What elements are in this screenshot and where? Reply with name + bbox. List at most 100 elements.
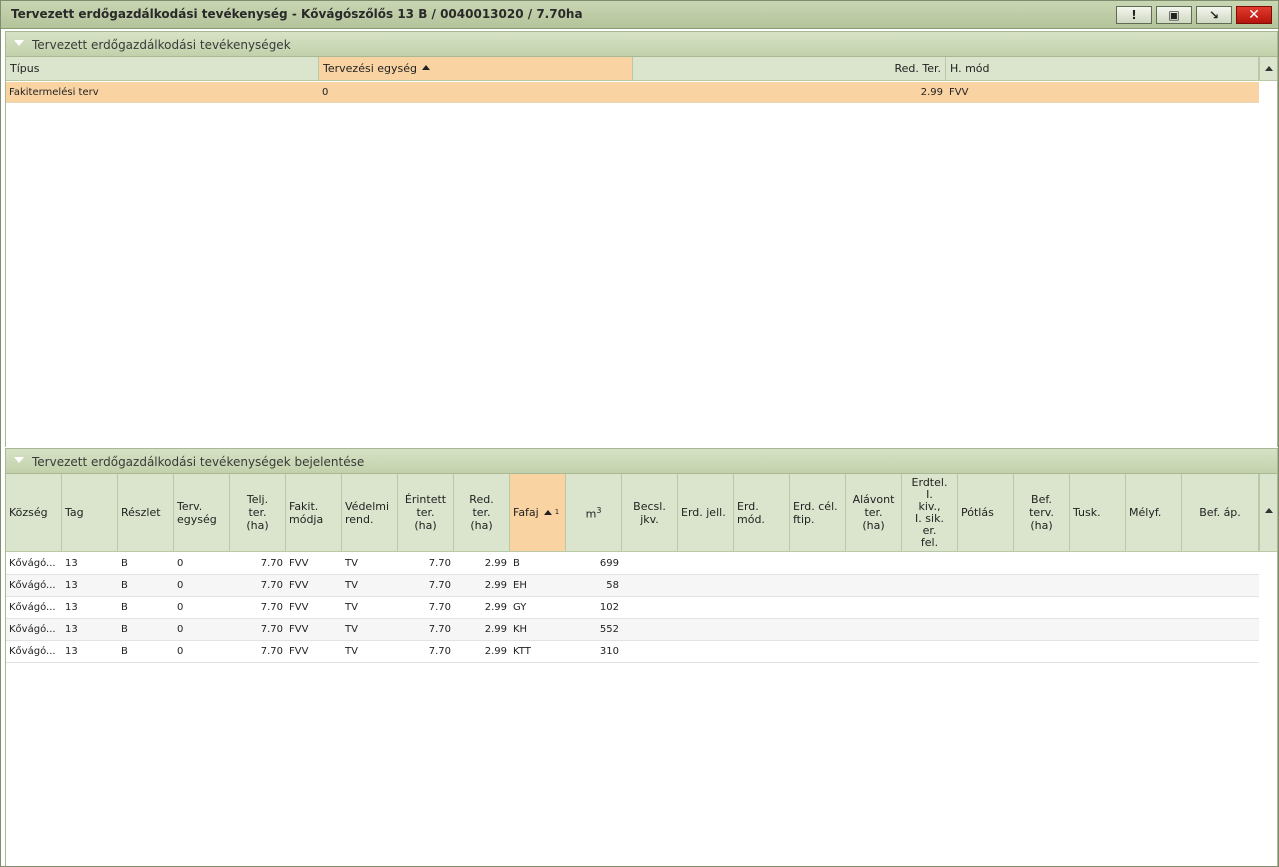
collapse-triangle-icon[interactable] [14,40,24,46]
col-header-erdtel-label: Erdtel. I. kiv., I. sik. er. fel. [911,475,948,549]
col-header-red-ter[interactable]: Red. Ter. [633,57,946,81]
bottom-grid: Község Tag Részlet Terv. egység Telj. ter.… [5,474,1278,866]
col-header-erd-cel-ftip[interactable]: Erd. cél. ftip. [790,474,846,552]
col-header-bef-terv[interactable]: Bef. terv. (ha) [1014,474,1070,552]
top-grid: Típus Tervezési egység Red. Ter. H. mód … [5,57,1278,447]
scroll-up-button[interactable] [1259,57,1277,81]
cell-fakit-modja: FVV [289,558,309,569]
col-header-erd-jell-label: Erd. jell. [681,506,726,519]
col-header-vedelmi-rend[interactable]: Védelmi rend. [342,474,398,552]
cell-terv-egyseg: 0 [177,646,184,657]
col-header-terv-egyseg[interactable]: Terv. egység [174,474,230,552]
col-header-melyf[interactable]: Mélyf. [1126,474,1182,552]
cell-red-ter: 2.99 [920,87,943,98]
app-window: Tervezett erdőgazdálkodási tevékenység -… [0,0,1279,867]
col-header-fakit-modja[interactable]: Fakit. módja [286,474,342,552]
col-header-erdtel[interactable]: Erdtel. I. kiv., I. sik. er. fel. [902,474,958,552]
col-header-red-ter[interactable]: Red. ter. (ha) [454,474,510,552]
col-header-vedelmi-rend-label: Védelmi rend. [345,499,390,526]
cell-fakit-modja: FVV [289,580,309,591]
collapse-triangle-icon[interactable] [14,457,24,463]
col-header-tervezesi-egyseg[interactable]: Tervezési egység [319,57,633,81]
col-header-alavont-ter-label: Alávont ter. (ha) [852,493,895,532]
cell-fakit-modja: FVV [289,602,309,613]
arrow-up-icon [1265,66,1273,71]
top-section-title: Tervezett erdőgazdálkodási tevékenységek [32,38,291,52]
cell-terv-egyseg: 0 [177,602,184,613]
cell-vedelmi-rend: TV [345,580,358,591]
cell-telj-ter: 7.70 [260,602,283,613]
col-header-bef-ap[interactable]: Bef. áp. [1182,474,1259,552]
close-button[interactable]: ✕ [1236,6,1272,24]
col-header-red-ter-label: Red. Ter. [894,62,941,75]
cell-vedelmi-rend: TV [345,558,358,569]
col-header-reszlet[interactable]: Részlet [118,474,174,552]
sort-order-index: 1 [554,508,560,516]
cell-terv-egyseg: 0 [177,624,184,635]
cell-vedelmi-rend: TV [345,602,358,613]
cell-m3: 58 [606,580,619,591]
cell-kozseg: Kővágó... [9,624,56,635]
bottom-section-header[interactable]: Tervezett erdőgazdálkodási tevékenységek… [5,448,1278,474]
cell-h-mod: FVV [949,87,969,98]
cell-reszlet: B [121,624,128,635]
cell-red-ter: 2.99 [484,580,507,591]
col-header-potlas-label: Pótlás [961,506,994,519]
table-row[interactable]: Kővágó... 13 B 0 7.70 FVV TV 7.70 2.99 K… [6,641,1259,663]
cell-red-ter: 2.99 [484,646,507,657]
col-header-terv-egyseg-label: Terv. egység [177,499,217,526]
cell-telj-ter: 7.70 [260,580,283,591]
col-header-telj-ter[interactable]: Telj. ter. (ha) [230,474,286,552]
cell-tag: 13 [65,602,78,613]
table-row[interactable]: Fakitermelési terv 0 2.99 FVV [6,82,1259,103]
cell-reszlet: B [121,558,128,569]
col-header-potlas[interactable]: Pótlás [958,474,1014,552]
cell-reszlet: B [121,646,128,657]
col-header-telj-ter-label: Telj. ter. (ha) [246,493,269,532]
col-header-bef-ap-label: Bef. áp. [1199,506,1241,519]
table-row[interactable]: Kővágó... 13 B 0 7.70 FVV TV 7.70 2.99 K… [6,619,1259,641]
col-header-tusk[interactable]: Tusk. [1070,474,1126,552]
col-header-fafaj[interactable]: Fafaj 1 [510,474,566,552]
info-button[interactable]: ! [1116,6,1152,24]
cell-red-ter: 2.99 [484,624,507,635]
col-header-m3-label: m3 [585,506,602,521]
arrow-up-icon [1265,508,1273,513]
col-header-erintett-ter[interactable]: Érintett ter. (ha) [398,474,454,552]
cell-kozseg: Kővágó... [9,646,56,657]
cell-fafaj: KTT [513,646,531,657]
table-row[interactable]: Kővágó... 13 B 0 7.70 FVV TV 7.70 2.99 B… [6,553,1259,575]
cell-kozseg: Kővágó... [9,558,56,569]
cell-erintett-ter: 7.70 [428,624,451,635]
col-header-m3[interactable]: m3 [566,474,622,552]
table-row[interactable]: Kővágó... 13 B 0 7.70 FVV TV 7.70 2.99 E… [6,575,1259,597]
col-header-erd-jell[interactable]: Erd. jell. [678,474,734,552]
table-row[interactable]: Kővágó... 13 B 0 7.70 FVV TV 7.70 2.99 G… [6,597,1259,619]
col-header-erintett-ter-label: Érintett ter. (ha) [404,493,447,532]
cell-terv-egyseg: 0 [177,580,184,591]
col-header-tipus[interactable]: Típus [6,57,319,81]
scroll-up-button[interactable] [1259,474,1277,552]
cell-m3: 310 [599,646,619,657]
cell-tag: 13 [65,646,78,657]
col-header-becsl-jkv[interactable]: Becsl. jkv. [622,474,678,552]
col-header-h-mod[interactable]: H. mód [946,57,1259,81]
cell-vedelmi-rend: TV [345,646,358,657]
col-header-erd-mod[interactable]: Erd. mód. [734,474,790,552]
col-header-fafaj-label: Fafaj [513,506,539,519]
col-header-red-ter-label: Red. ter. (ha) [469,493,494,532]
col-header-tag[interactable]: Tag [62,474,118,552]
col-header-tipus-label: Típus [10,62,40,75]
col-header-alavont-ter[interactable]: Alávont ter. (ha) [846,474,902,552]
bottom-section-title: Tervezett erdőgazdálkodási tevékenységek… [32,455,365,469]
sort-ascending-icon [543,510,552,515]
col-header-kozseg[interactable]: Község [6,474,62,552]
cell-m3: 552 [599,624,619,635]
col-header-h-mod-label: H. mód [950,62,990,75]
minimize-button[interactable]: ↘ [1196,6,1232,24]
cell-kozseg: Kővágó... [9,602,56,613]
col-header-melyf-label: Mélyf. [1129,506,1162,519]
top-section-header[interactable]: Tervezett erdőgazdálkodási tevékenységek [5,31,1278,57]
save-button[interactable]: ▣ [1156,6,1192,24]
col-header-kozseg-label: Község [9,506,48,519]
